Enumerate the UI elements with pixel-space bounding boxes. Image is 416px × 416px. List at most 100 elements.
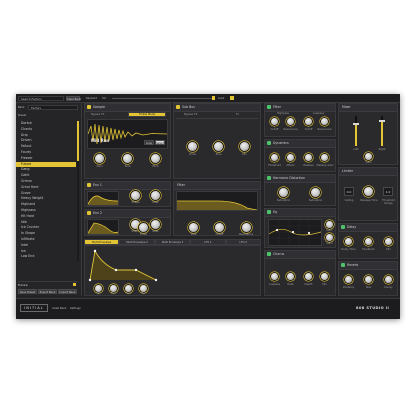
volume-slider[interactable]	[112, 97, 212, 99]
import-bank-button[interactable]: Import Bank	[58, 289, 77, 294]
preset-item[interactable]: Infiltrate	[16, 237, 76, 242]
preset-item[interactable]: Heavy Weight	[16, 196, 76, 201]
preset-item[interactable]: Grimm	[16, 179, 76, 184]
delay-feedback-knob[interactable]	[365, 238, 372, 245]
dyn-attack-knob[interactable]	[287, 154, 294, 161]
dyn-makeup-knob[interactable]	[321, 154, 328, 161]
preset-item[interactable]: In Shape	[16, 231, 76, 236]
filter-resonance-knob[interactable]	[242, 223, 251, 232]
sample-enable-toggle[interactable]	[87, 105, 91, 109]
mseg-attack-knob[interactable]	[95, 285, 102, 292]
env2-rate-knob[interactable]	[151, 220, 160, 229]
preset-item[interactable]: Freezer	[16, 156, 76, 161]
preset-item[interactable]: Ice Crusher	[16, 225, 76, 230]
preset-item[interactable]: Grind Hard	[16, 185, 76, 190]
dyn-release-label: Release	[303, 164, 314, 167]
env1-rate-knob[interactable]	[151, 191, 160, 200]
search-input[interactable]: Search Factory	[18, 95, 64, 101]
env2-enable-toggle[interactable]	[87, 211, 91, 215]
hp-resonance-knob[interactable]	[287, 118, 294, 125]
follow-mode-toggle[interactable]: Follow Mode	[128, 112, 166, 117]
preset-item[interactable]: Chants	[16, 127, 76, 132]
right-fader-handle[interactable]	[379, 120, 385, 123]
chorus-mix-knob[interactable]	[321, 273, 328, 280]
limiter-release-knob[interactable]	[364, 187, 373, 196]
chorus-depth-knob[interactable]	[305, 273, 312, 280]
preset-item[interactable]: Highpass	[16, 208, 76, 213]
pitch-knob[interactable]	[151, 154, 160, 163]
preset-item[interactable]: Dorkut	[16, 121, 76, 126]
preset-item[interactable]: Gallit	[16, 173, 76, 178]
chorus-enable-toggle[interactable]	[267, 252, 271, 256]
preset-list-scrollbar-thumb[interactable]	[77, 121, 79, 161]
preset-item[interactable]: Grove	[16, 191, 76, 196]
keyword-label: Keyword	[86, 96, 98, 100]
left-fader-handle[interactable]	[353, 122, 359, 125]
loop-button[interactable]: Loop	[144, 140, 154, 145]
preset-item[interactable]: Low End	[16, 254, 76, 259]
preset-item[interactable]: Driven	[16, 138, 76, 143]
clear-bank-button[interactable]: Clear Bank	[66, 95, 81, 101]
gain-knob[interactable]	[95, 154, 104, 163]
install-bank-link[interactable]: Instal Bank	[52, 307, 66, 310]
harm-saturation-1-knob[interactable]	[279, 188, 288, 197]
env1-enable-toggle[interactable]	[87, 183, 91, 187]
dynamics-enable-toggle[interactable]	[267, 141, 271, 145]
hp-cutoff-knob[interactable]	[271, 118, 278, 125]
fx-enable-toggle[interactable]	[176, 105, 180, 109]
env1-shape-knob[interactable]	[131, 191, 140, 200]
reverb-predelay-knob[interactable]	[345, 276, 352, 283]
limiter-title: Limiter	[342, 169, 354, 173]
limiter-threshold-box[interactable]: 1.0	[383, 187, 393, 196]
dyn-threshold-knob[interactable]	[271, 154, 278, 161]
mixer-gain-knob[interactable]	[365, 153, 372, 160]
filter-drive-knob[interactable]	[139, 223, 148, 232]
preset-item[interactable]: Idle	[16, 220, 76, 225]
delay-enable-toggle[interactable]	[341, 225, 345, 229]
eq-gain-2-knob[interactable]	[326, 234, 333, 241]
delay-mix-knob[interactable]	[385, 238, 392, 245]
right-filter-enable-toggle[interactable]	[267, 105, 271, 109]
filter-cutoff-knob[interactable]	[215, 223, 224, 232]
mseg-release-knob[interactable]	[140, 285, 147, 292]
preset-item[interactable]: Future	[16, 161, 76, 167]
tune-label: Tune	[124, 165, 131, 168]
preset-item[interactable]: Drip	[16, 133, 76, 138]
delay-time-knob[interactable]	[345, 238, 352, 245]
volume-slider-handle[interactable]	[212, 96, 215, 100]
chorus-lowpass-knob[interactable]	[271, 273, 278, 280]
eq-enable-toggle[interactable]	[267, 210, 271, 214]
lp-cutoff-label: Cutoff	[304, 128, 313, 131]
settings-link[interactable]: Settings	[70, 307, 81, 310]
tune-knob[interactable]	[123, 154, 132, 163]
limiter-ceiling-box[interactable]: 0.0	[344, 187, 354, 196]
preset-item[interactable]: Hit Hard	[16, 214, 76, 219]
fx-mix-knob[interactable]	[240, 142, 249, 151]
export-bank-button[interactable]: Export Bank	[38, 289, 57, 294]
dyn-release-knob[interactable]	[305, 154, 312, 161]
lp-cutoff-knob[interactable]	[305, 118, 312, 125]
eq-gain-1-knob[interactable]	[326, 221, 333, 228]
reverb-decay-knob[interactable]	[385, 276, 392, 283]
fx-tone-knob[interactable]	[214, 142, 223, 151]
eq-graph[interactable]	[268, 219, 322, 246]
lp-resonance-knob[interactable]	[321, 118, 328, 125]
preset-item[interactable]: Fourty	[16, 150, 76, 155]
mseg-sustain-knob[interactable]	[125, 285, 132, 292]
filter-tone-knob[interactable]	[189, 223, 198, 232]
harmonic-enable-toggle[interactable]	[267, 176, 271, 180]
preset-item[interactable]: Fallout	[16, 144, 76, 149]
preset-item[interactable]: Intel	[16, 243, 76, 248]
preset-item[interactable]: Ink	[16, 249, 76, 254]
bank-select[interactable]: Factory	[28, 104, 78, 110]
preset-item[interactable]: Gang	[16, 167, 76, 172]
select-sample-button[interactable]: Select	[155, 140, 165, 145]
reverb-size-knob[interactable]	[365, 276, 372, 283]
harm-saturation-2-knob[interactable]	[311, 188, 320, 197]
fx-drive-knob[interactable]	[188, 142, 197, 151]
reverb-enable-toggle[interactable]	[341, 263, 345, 267]
preset-item[interactable]: Highland	[16, 202, 76, 207]
chorus-rate-knob[interactable]	[287, 273, 294, 280]
save-preset-button[interactable]: Save Preset	[18, 289, 37, 294]
mseg-decay-knob[interactable]	[110, 285, 117, 292]
